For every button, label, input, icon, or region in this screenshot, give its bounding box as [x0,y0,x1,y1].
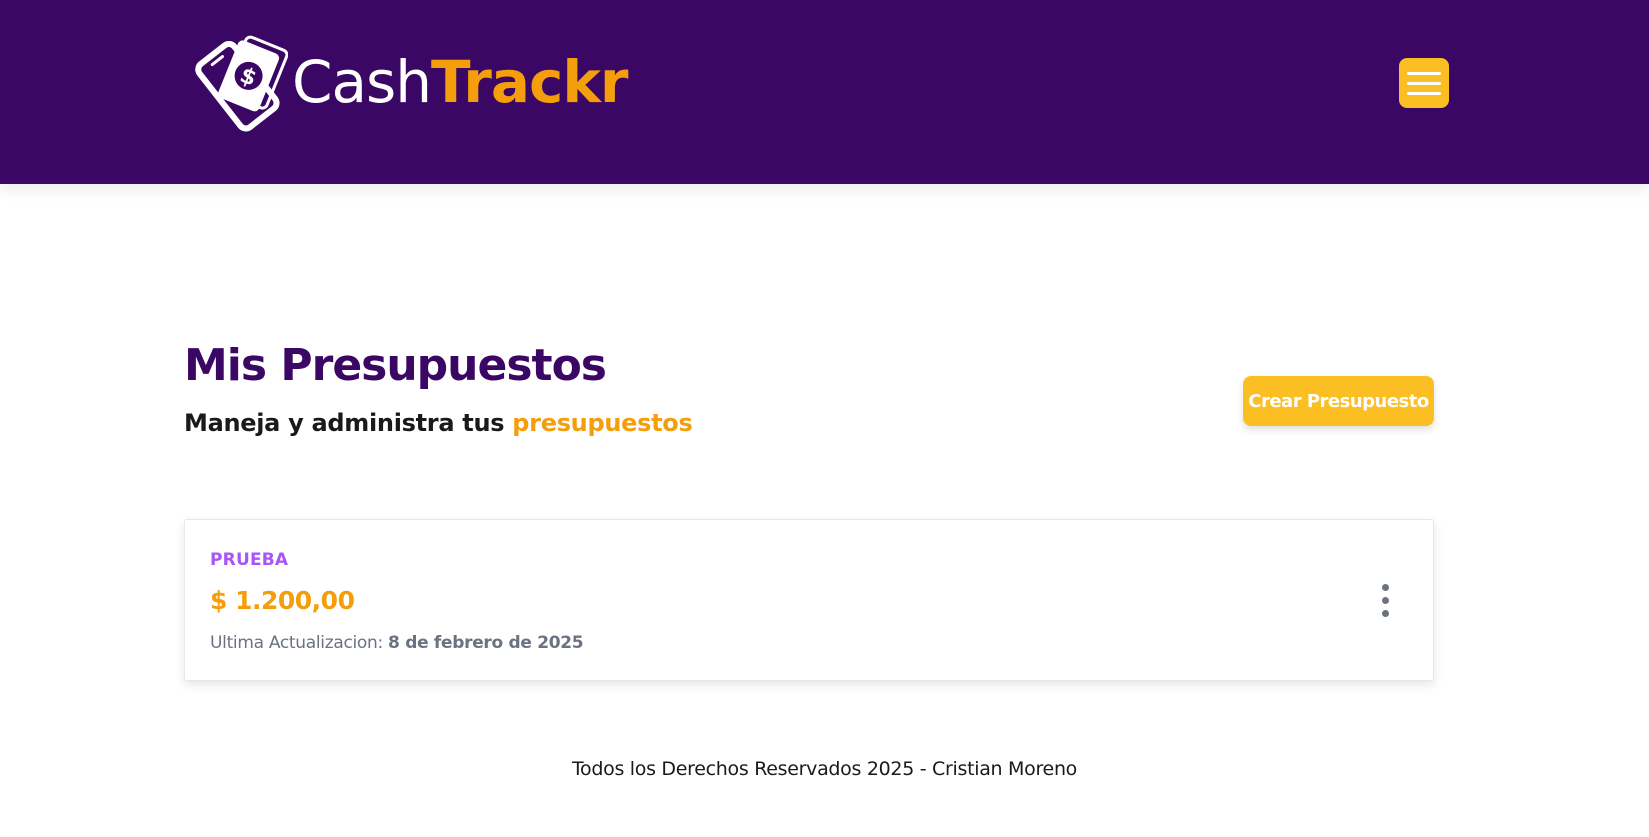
vertical-ellipsis-icon [1381,583,1389,591]
budget-updated-date: 8 de febrero de 2025 [388,633,584,653]
logo-word-trackr: Trackr [431,48,628,116]
budget-updated-label: Ultima Actualizacion: [210,633,383,653]
vertical-ellipsis-icon [1381,609,1389,617]
hamburger-menu-icon [1407,91,1441,95]
app-header: $ CashTrackr [0,0,1649,184]
budget-name[interactable]: PRUEBA [210,550,288,570]
budget-card[interactable]: PRUEBA $ 1.200,00 Ultima Actualizacion: … [184,519,1434,681]
budget-last-updated: Ultima Actualizacion: 8 de febrero de 20… [210,633,584,653]
budget-amount: $ 1.200,00 [210,586,355,615]
logo-wordmark: CashTrackr [292,53,629,111]
page-subtitle-prefix: Maneja y administra tus [184,408,505,437]
hamburger-menu-icon [1407,71,1441,75]
page-footer: Todos los Derechos Reservados 2025 - Cri… [571,758,1078,780]
money-phone-icon: $ [195,35,288,132]
hamburger-menu-icon [1407,81,1441,85]
app-logo[interactable]: $ CashTrackr [188,32,629,132]
create-budget-button[interactable]: Crear Presupuesto [1243,376,1434,426]
logo-word-cash: Cash [292,48,432,116]
budget-options-button[interactable] [1371,580,1399,620]
vertical-ellipsis-icon [1381,596,1389,604]
hamburger-menu-button[interactable] [1399,58,1449,108]
page-subtitle-accent: presupuestos [512,408,693,437]
